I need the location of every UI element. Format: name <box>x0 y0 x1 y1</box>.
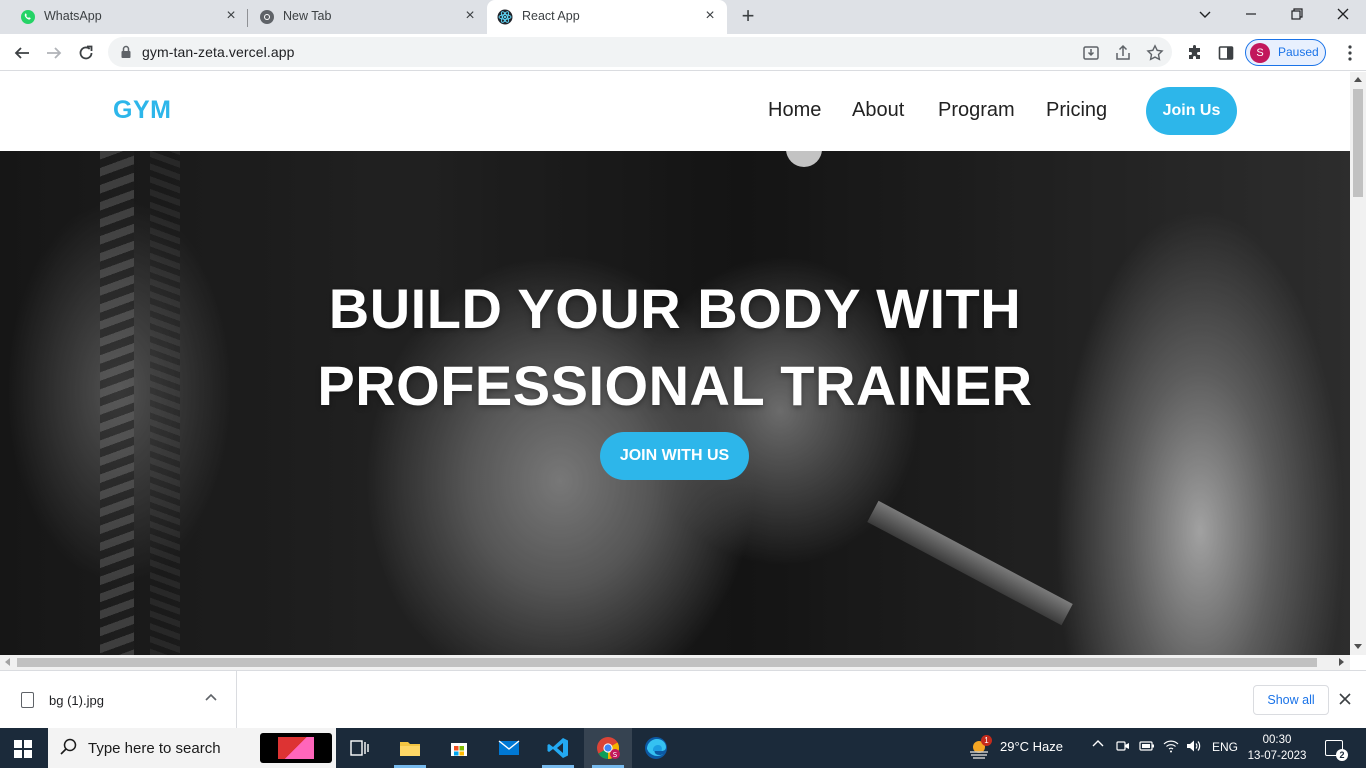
nav-home[interactable]: Home <box>768 99 821 122</box>
vscode-icon[interactable] <box>534 728 582 768</box>
reload-icon[interactable] <box>74 41 98 65</box>
taskbar-clock[interactable]: 00:30 13-07-2023 <box>1247 732 1307 764</box>
search-placeholder: Type here to search <box>88 740 221 757</box>
show-all-button[interactable]: Show all <box>1253 685 1329 715</box>
avatar: S <box>1250 43 1270 63</box>
profile-button[interactable]: S Paused <box>1245 39 1326 66</box>
site-navbar: GYM Home About Program Pricing Join Us <box>0 72 1350 151</box>
file-explorer-icon[interactable] <box>386 728 434 768</box>
side-panel-icon[interactable] <box>1214 41 1238 65</box>
tab-search-chevron-icon[interactable] <box>1194 5 1216 27</box>
notification-count: 2 <box>1336 749 1348 761</box>
extensions-puzzle-icon[interactable] <box>1183 41 1207 65</box>
search-icon <box>60 738 77 760</box>
restore-button[interactable] <box>1286 5 1308 27</box>
url-text: gym-tan-zeta.vercel.app <box>142 44 295 60</box>
lock-icon <box>121 45 131 58</box>
tab-label: New Tab <box>283 9 332 23</box>
nav-pricing[interactable]: Pricing <box>1046 99 1107 122</box>
new-tab-button[interactable]: + <box>737 5 759 28</box>
bookmark-star-icon[interactable] <box>1146 44 1164 62</box>
search-highlight-image[interactable] <box>260 733 332 763</box>
hero-section: BUILD YOUR BODY WITH PROFESSIONAL TRAINE… <box>0 151 1350 655</box>
scroll-down-arrow-icon[interactable] <box>1354 644 1362 649</box>
meet-now-icon[interactable] <box>1116 739 1130 756</box>
close-window-button[interactable] <box>1332 5 1354 27</box>
edge-icon[interactable] <box>632 728 680 768</box>
scroll-right-arrow-icon[interactable] <box>1339 658 1344 666</box>
tab-label: WhatsApp <box>44 9 102 23</box>
windows-start-icon[interactable] <box>14 740 32 758</box>
wifi-icon[interactable] <box>1163 739 1179 756</box>
page-viewport: GYM Home About Program Pricing Join Us B… <box>0 72 1350 655</box>
join-with-us-button[interactable]: JOIN WITH US <box>600 432 749 480</box>
microsoft-store-icon[interactable] <box>435 728 483 768</box>
browser-toolbar: gym-tan-zeta.vercel.app S Paused <box>0 34 1366 71</box>
download-bar: bg (1).jpg Show all <box>0 670 1366 729</box>
vertical-scrollbar[interactable] <box>1350 72 1366 655</box>
hero-headline: BUILD YOUR BODY WITH PROFESSIONAL TRAINE… <box>0 270 1350 424</box>
taskbar-search-box[interactable]: Type here to search <box>48 728 336 768</box>
chevron-up-icon[interactable] <box>205 691 217 707</box>
tab-strip: WhatsApp × New Tab × React App × + <box>0 0 1366 34</box>
task-view-icon[interactable] <box>336 728 384 768</box>
mail-icon[interactable] <box>485 728 533 768</box>
whatsapp-icon <box>21 10 35 24</box>
weather-badge: 1 <box>981 735 992 746</box>
react-icon <box>497 9 513 25</box>
site-logo[interactable]: GYM <box>113 96 171 125</box>
windows-taskbar: Type here to search S 1 29°C Haze ENG 00… <box>0 728 1366 768</box>
download-file-name: bg (1).jpg <box>49 693 104 708</box>
forward-arrow-icon[interactable] <box>42 41 66 65</box>
chrome-icon[interactable]: S <box>584 728 632 768</box>
scroll-thumb[interactable] <box>1353 89 1363 197</box>
minimize-button[interactable] <box>1240 5 1262 27</box>
profile-status: Paused <box>1278 45 1319 59</box>
svg-text:S: S <box>613 751 618 759</box>
tab-label: React App <box>522 9 580 23</box>
weather-icon[interactable]: 1 <box>968 735 992 760</box>
notifications-icon[interactable]: 2 <box>1325 740 1348 761</box>
chrome-icon <box>260 10 274 24</box>
install-app-icon[interactable] <box>1082 44 1100 62</box>
hero-headline-line1: BUILD YOUR BODY WITH <box>328 277 1022 340</box>
volume-icon[interactable] <box>1186 739 1202 756</box>
nav-program[interactable]: Program <box>938 99 1015 122</box>
back-arrow-icon[interactable] <box>10 41 34 65</box>
close-icon[interactable]: × <box>702 8 718 24</box>
share-icon[interactable] <box>1114 44 1132 62</box>
menu-kebab-icon[interactable] <box>1338 41 1362 65</box>
tab-whatsapp[interactable]: WhatsApp × <box>0 0 247 34</box>
close-icon[interactable]: × <box>223 8 239 24</box>
chevron-up-icon[interactable] <box>1092 738 1104 753</box>
join-us-button[interactable]: Join Us <box>1146 87 1237 135</box>
battery-icon[interactable] <box>1139 739 1155 756</box>
address-bar[interactable]: gym-tan-zeta.vercel.app <box>108 37 1172 67</box>
scroll-left-arrow-icon[interactable] <box>5 658 10 666</box>
tab-react-app[interactable]: React App × <box>487 0 727 34</box>
clock-date: 13-07-2023 <box>1247 750 1307 762</box>
language-indicator[interactable]: ENG <box>1212 740 1238 754</box>
download-item[interactable]: bg (1).jpg <box>0 671 237 729</box>
weather-text[interactable]: 29°C Haze <box>1000 739 1063 754</box>
tab-new-tab[interactable]: New Tab × <box>248 0 486 34</box>
scroll-up-arrow-icon[interactable] <box>1354 77 1362 82</box>
scroll-thumb[interactable] <box>17 658 1317 667</box>
hero-headline-line2: PROFESSIONAL TRAINER <box>317 354 1033 417</box>
file-icon <box>21 692 34 708</box>
nav-about[interactable]: About <box>852 99 904 122</box>
clock-time: 00:30 <box>1262 734 1292 746</box>
close-icon[interactable] <box>1339 689 1351 710</box>
horizontal-scrollbar[interactable] <box>0 655 1350 670</box>
close-icon[interactable]: × <box>462 8 478 24</box>
